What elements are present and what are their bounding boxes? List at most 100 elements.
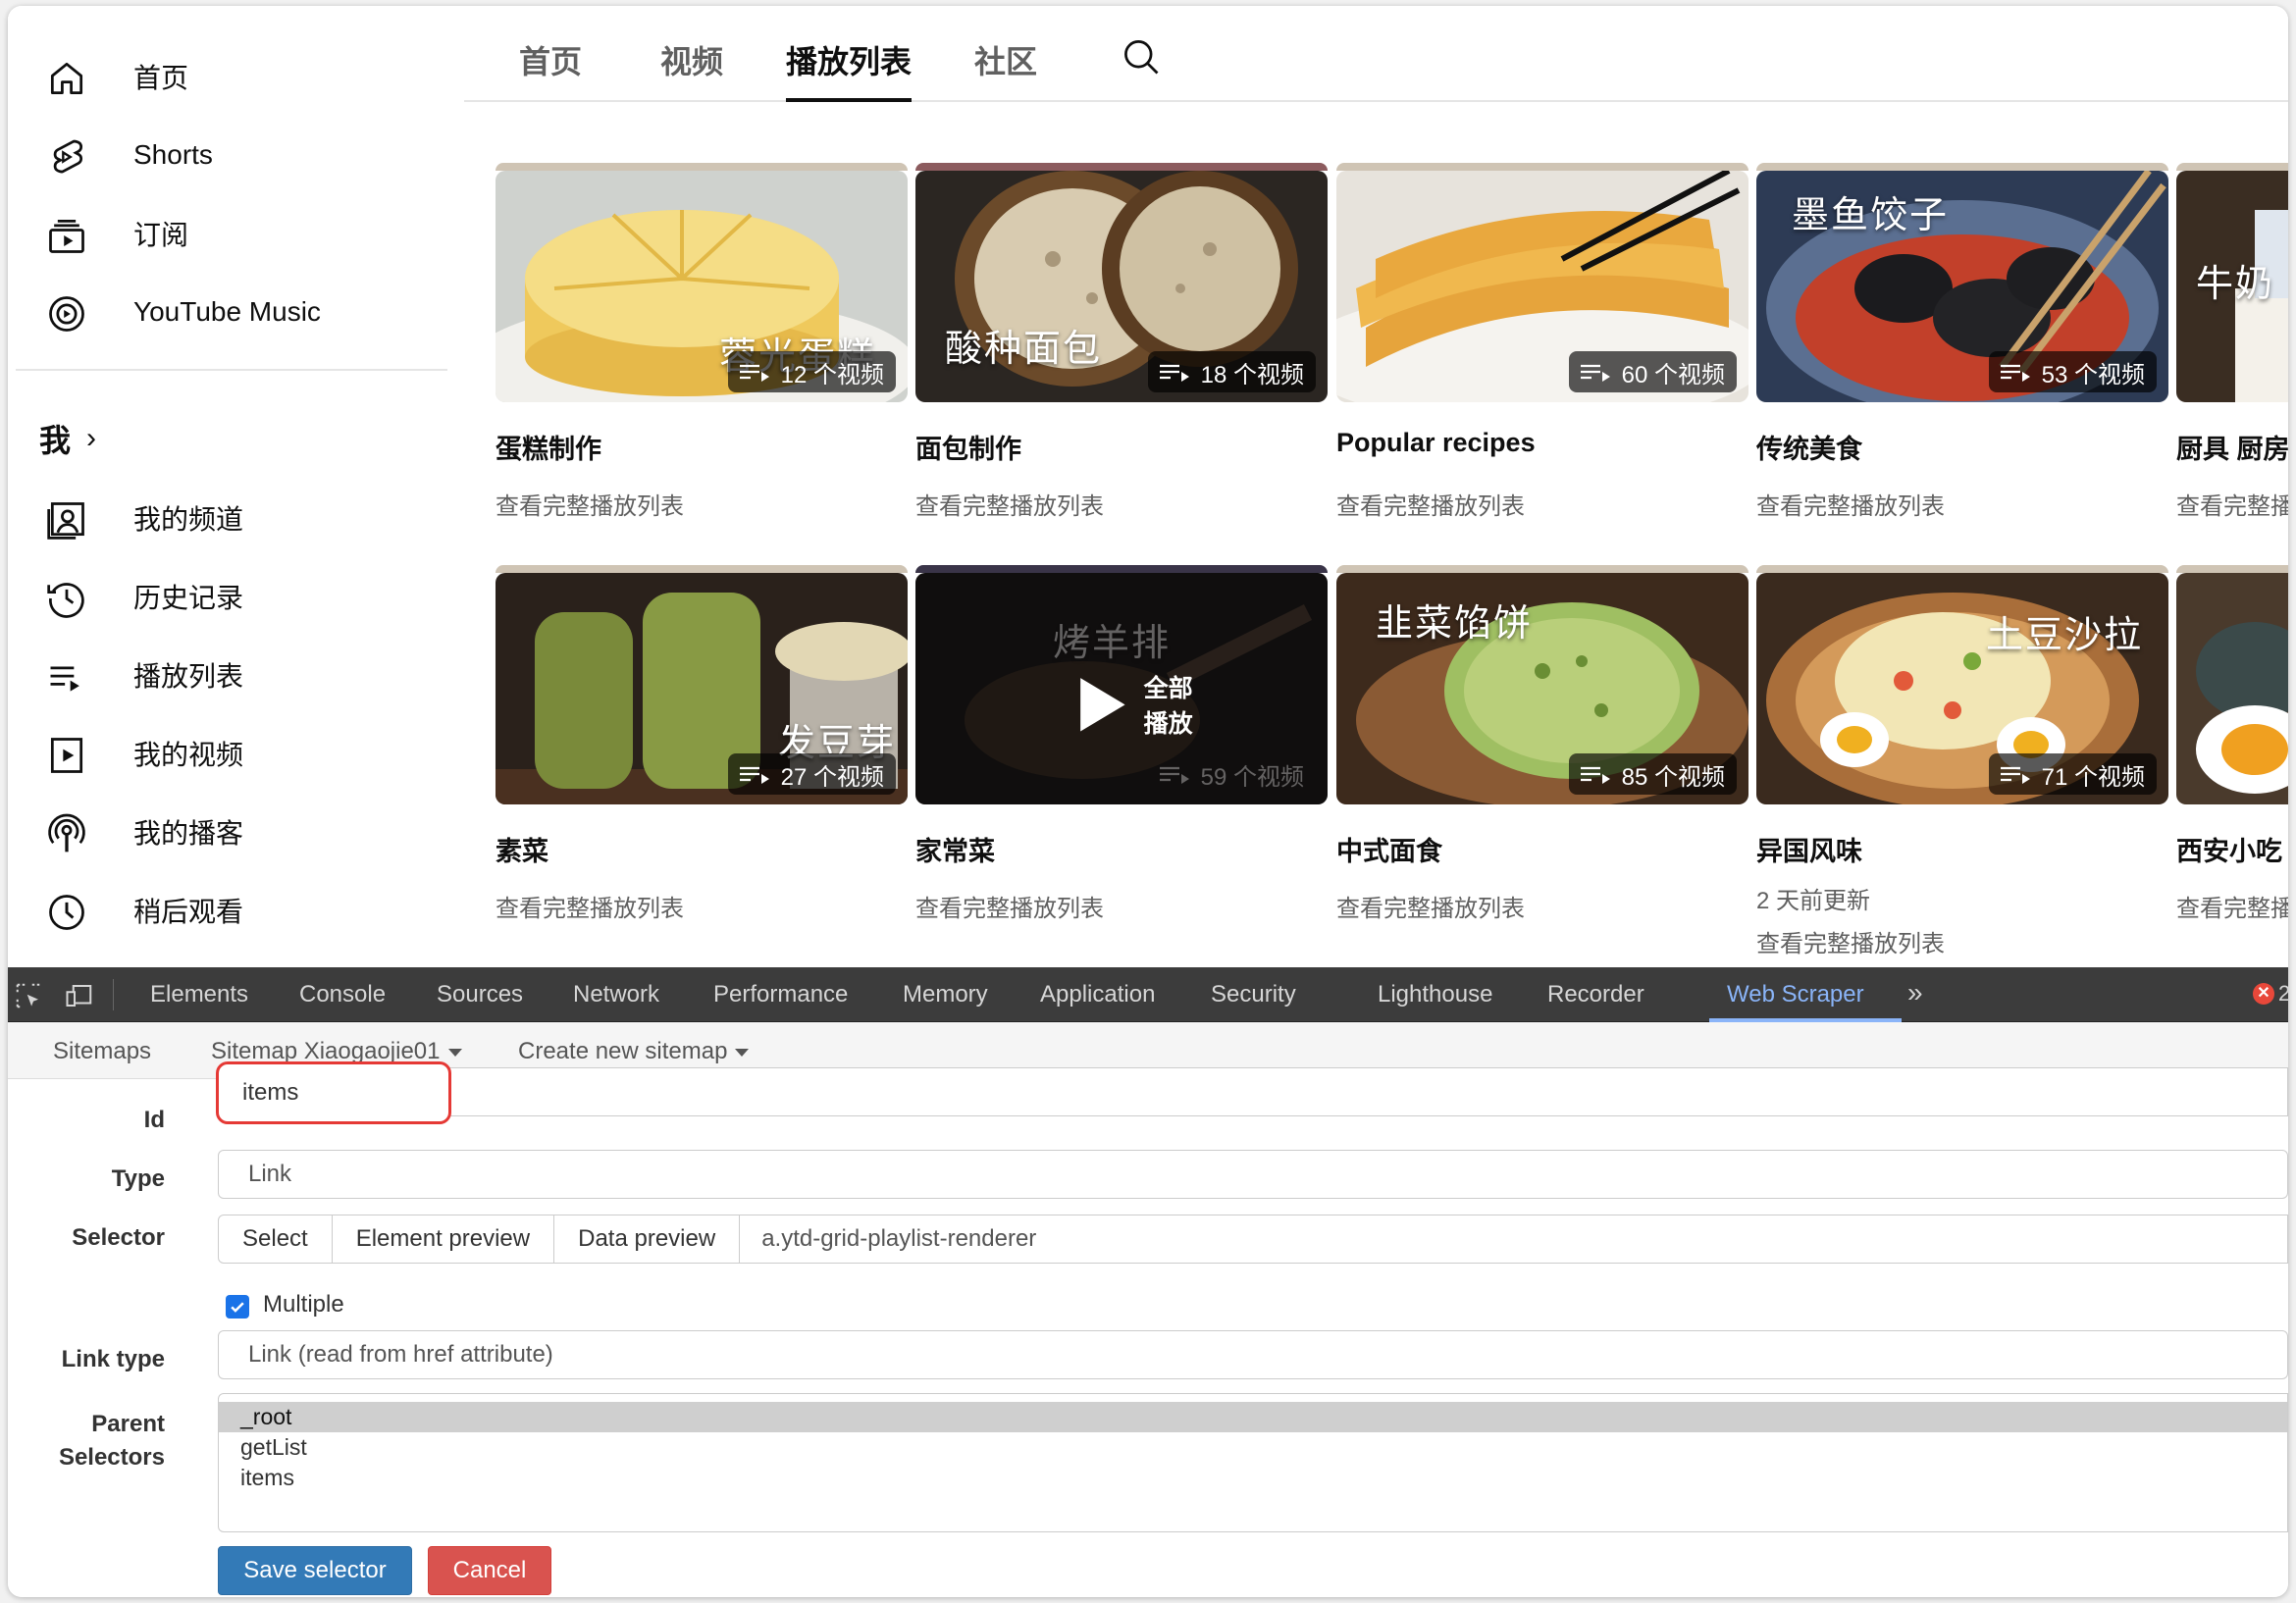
sidebar-item-podcasts[interactable]: 我的播客 bbox=[8, 793, 440, 871]
playlist-title[interactable]: 素菜 bbox=[496, 830, 548, 868]
parent-selector-option[interactable]: _root bbox=[219, 1402, 2287, 1432]
devtools-tab-web-scraper[interactable]: Web Scraper bbox=[1727, 981, 1864, 1008]
sidebar-item-watch-later[interactable]: 稍后观看 bbox=[8, 871, 440, 950]
sitemaps-link[interactable]: Sitemaps bbox=[53, 1038, 151, 1065]
playlist-card[interactable]: 西安小吃 查看完整播 bbox=[2176, 565, 2288, 922]
search-icon[interactable] bbox=[1120, 35, 1163, 78]
playlist-title[interactable]: 中式面食 bbox=[1336, 830, 1442, 868]
devtools-tab-lighthouse[interactable]: Lighthouse bbox=[1378, 981, 1492, 1008]
playlist-title[interactable]: 西安小吃 bbox=[2176, 830, 2282, 868]
devtools-tab-security[interactable]: Security bbox=[1211, 981, 1296, 1008]
playlist-title[interactable]: 面包制作 bbox=[915, 428, 1021, 466]
view-full-playlist-link[interactable]: 查看完整播放列表 bbox=[1756, 487, 1945, 521]
create-sitemap-dropdown[interactable]: Create new sitemap bbox=[518, 1038, 750, 1065]
playlist-thumbnail[interactable]: 烤羊排 全部播放 59 个视频 bbox=[915, 573, 1328, 804]
tab-home[interactable]: 首页 bbox=[519, 37, 582, 82]
devtools-tab-network[interactable]: Network bbox=[573, 981, 659, 1008]
view-full-playlist-link[interactable]: 查看完整播放列表 bbox=[915, 487, 1104, 521]
tab-videos[interactable]: 视频 bbox=[660, 37, 723, 82]
playlist-title[interactable]: 家常菜 bbox=[915, 830, 995, 868]
parent-selector-option[interactable]: getList bbox=[219, 1432, 2287, 1463]
id-input[interactable]: items bbox=[216, 1061, 451, 1124]
multiple-checkbox[interactable] bbox=[226, 1295, 249, 1319]
sidebar-item-subscriptions[interactable]: 订阅 bbox=[8, 194, 440, 273]
sidebar-item-label: 订阅 bbox=[133, 220, 189, 250]
playlist-card[interactable]: 酸种面包 18 个视频 面包制作 查看完整播放列表 bbox=[915, 163, 1328, 520]
view-full-playlist-link[interactable]: 查看完整播放列表 bbox=[1336, 487, 1525, 521]
playlist-thumbnail[interactable]: 土豆沙拉 71 个视频 bbox=[1756, 573, 2168, 804]
element-preview-button[interactable]: Element preview bbox=[331, 1215, 555, 1264]
devtools-tab-sources[interactable]: Sources bbox=[437, 981, 523, 1008]
playlist-title[interactable]: 蛋糕制作 bbox=[496, 428, 601, 466]
type-select[interactable]: Link bbox=[218, 1150, 2288, 1199]
devtools-tab-performance[interactable]: Performance bbox=[713, 981, 848, 1008]
playlist-thumbnail[interactable]: 60 个视频 bbox=[1336, 171, 1748, 402]
playlist-card[interactable]: 韭菜馅饼 85 个视频 中式面食 查看完整播放列表 bbox=[1336, 565, 1748, 922]
playlist-thumbnail[interactable]: 墨鱼饺子 53 个视频 bbox=[1756, 171, 2168, 402]
selector-control-group: Select Element preview Data preview a.yt… bbox=[218, 1215, 2288, 1264]
playlist-card[interactable]: 土豆沙拉 71 个视频 异国风味 2 天前更新 查看完整播放列表 bbox=[1756, 565, 2168, 957]
playlist-thumbnail[interactable]: 发豆芽 27 个视频 bbox=[496, 573, 908, 804]
sidebar-item-youtube-music[interactable]: YouTube Music bbox=[8, 273, 440, 351]
playlist-card[interactable]: 蓉光蛋糕 12 个视频 蛋糕制作 查看完整播放列表 bbox=[496, 163, 908, 520]
playlist-title[interactable]: 传统美食 bbox=[1756, 428, 1862, 466]
devtools-tab-console[interactable]: Console bbox=[299, 981, 386, 1008]
parent-selector-option[interactable]: items bbox=[219, 1463, 2287, 1493]
sidebar-item-shorts[interactable]: Shorts bbox=[8, 116, 440, 194]
playlist-thumbnail[interactable]: 牛奶 bbox=[2176, 171, 2288, 402]
view-full-playlist-link[interactable]: 查看完整播放列表 bbox=[496, 889, 684, 923]
playlist-thumbnail[interactable]: 酸种面包 18 个视频 bbox=[915, 171, 1328, 402]
save-selector-button[interactable]: Save selector bbox=[218, 1546, 412, 1595]
caret-down-icon bbox=[735, 1048, 750, 1057]
sidebar-item-your-channel[interactable]: 我的频道 bbox=[8, 479, 440, 557]
playlist-stack-edge bbox=[1756, 565, 2168, 573]
view-full-playlist-link[interactable]: 查看完整播放列表 bbox=[1756, 924, 1945, 958]
multiple-label: Multiple bbox=[263, 1291, 344, 1318]
playlist-card[interactable]: 墨鱼饺子 53 个视频 传统美食 查看完整播放列表 bbox=[1756, 163, 2168, 520]
sidebar-item-history[interactable]: 历史记录 bbox=[8, 557, 440, 636]
view-full-playlist-link[interactable]: 查看完整播 bbox=[2176, 487, 2288, 521]
cancel-button[interactable]: Cancel bbox=[428, 1546, 551, 1595]
video-count-badge: 85 个视频 bbox=[1568, 753, 1737, 795]
play-all-button[interactable]: 全部播放 bbox=[1063, 669, 1196, 741]
playlist-card[interactable]: 发豆芽 27 个视频 素菜 查看完整播放列表 bbox=[496, 565, 908, 922]
tab-playlists[interactable]: 播放列表 bbox=[786, 37, 912, 82]
link-type-select[interactable]: Link (read from href attribute) bbox=[218, 1330, 2288, 1379]
more-tabs-icon[interactable]: » bbox=[1907, 977, 1923, 1008]
view-full-playlist-link[interactable]: 查看完整播放列表 bbox=[1336, 889, 1525, 923]
devtools-tab-elements[interactable]: Elements bbox=[150, 981, 248, 1008]
inspect-element-icon[interactable] bbox=[14, 981, 43, 1010]
parent-selectors-listbox[interactable]: _root getList items bbox=[218, 1393, 2288, 1532]
playlist-thumbnail[interactable]: 蓉光蛋糕 12 个视频 bbox=[496, 171, 908, 402]
sidebar-you-heading[interactable]: 我 › bbox=[39, 414, 96, 463]
devtools-tab-recorder[interactable]: Recorder bbox=[1547, 981, 1644, 1008]
selector-label: Selector bbox=[72, 1224, 165, 1251]
sidebar-item-playlists[interactable]: 播放列表 bbox=[8, 636, 440, 714]
error-icon[interactable]: ✕ bbox=[2253, 983, 2274, 1005]
youtube-music-icon bbox=[49, 296, 84, 332]
device-toolbar-icon[interactable] bbox=[65, 981, 94, 1010]
playlist-thumbnail[interactable]: 韭菜馅饼 85 个视频 bbox=[1336, 573, 1748, 804]
video-count: 85 个视频 bbox=[1621, 763, 1725, 791]
view-full-playlist-link[interactable]: 查看完整播放列表 bbox=[496, 487, 684, 521]
playlist-card[interactable]: 烤羊排 全部播放 59 个视频 家常菜 查看完整播放列表 bbox=[915, 565, 1328, 922]
playlist-stack-edge bbox=[915, 565, 1328, 573]
tab-community[interactable]: 社区 bbox=[974, 37, 1037, 82]
view-full-playlist-link[interactable]: 查看完整播 bbox=[2176, 889, 2288, 923]
playlist-card[interactable]: 60 个视频 Popular recipes 查看完整播放列表 bbox=[1336, 163, 1748, 520]
playlist-card[interactable]: 牛奶 厨具 厨房 查看完整播 bbox=[2176, 163, 2288, 520]
playlist-title[interactable]: Popular recipes bbox=[1336, 428, 1536, 458]
playlist-thumbnail[interactable] bbox=[2176, 573, 2288, 804]
select-button[interactable]: Select bbox=[218, 1215, 333, 1264]
view-full-playlist-link[interactable]: 查看完整播放列表 bbox=[915, 889, 1104, 923]
data-preview-button[interactable]: Data preview bbox=[553, 1215, 741, 1264]
sidebar-item-label: 我的视频 bbox=[133, 740, 244, 770]
playlist-title[interactable]: 异国风味 bbox=[1756, 830, 1862, 868]
sidebar-item-your-videos[interactable]: 我的视频 bbox=[8, 714, 440, 793]
devtools-tab-application[interactable]: Application bbox=[1040, 981, 1155, 1008]
selector-input[interactable]: a.ytd-grid-playlist-renderer bbox=[740, 1215, 2288, 1264]
sidebar-item-home[interactable]: 首页 bbox=[8, 37, 440, 116]
devtools-tab-bar: Elements Console Sources Network Perform… bbox=[8, 967, 2288, 1022]
devtools-tab-memory[interactable]: Memory bbox=[903, 981, 988, 1008]
playlist-title[interactable]: 厨具 厨房 bbox=[2176, 428, 2288, 466]
